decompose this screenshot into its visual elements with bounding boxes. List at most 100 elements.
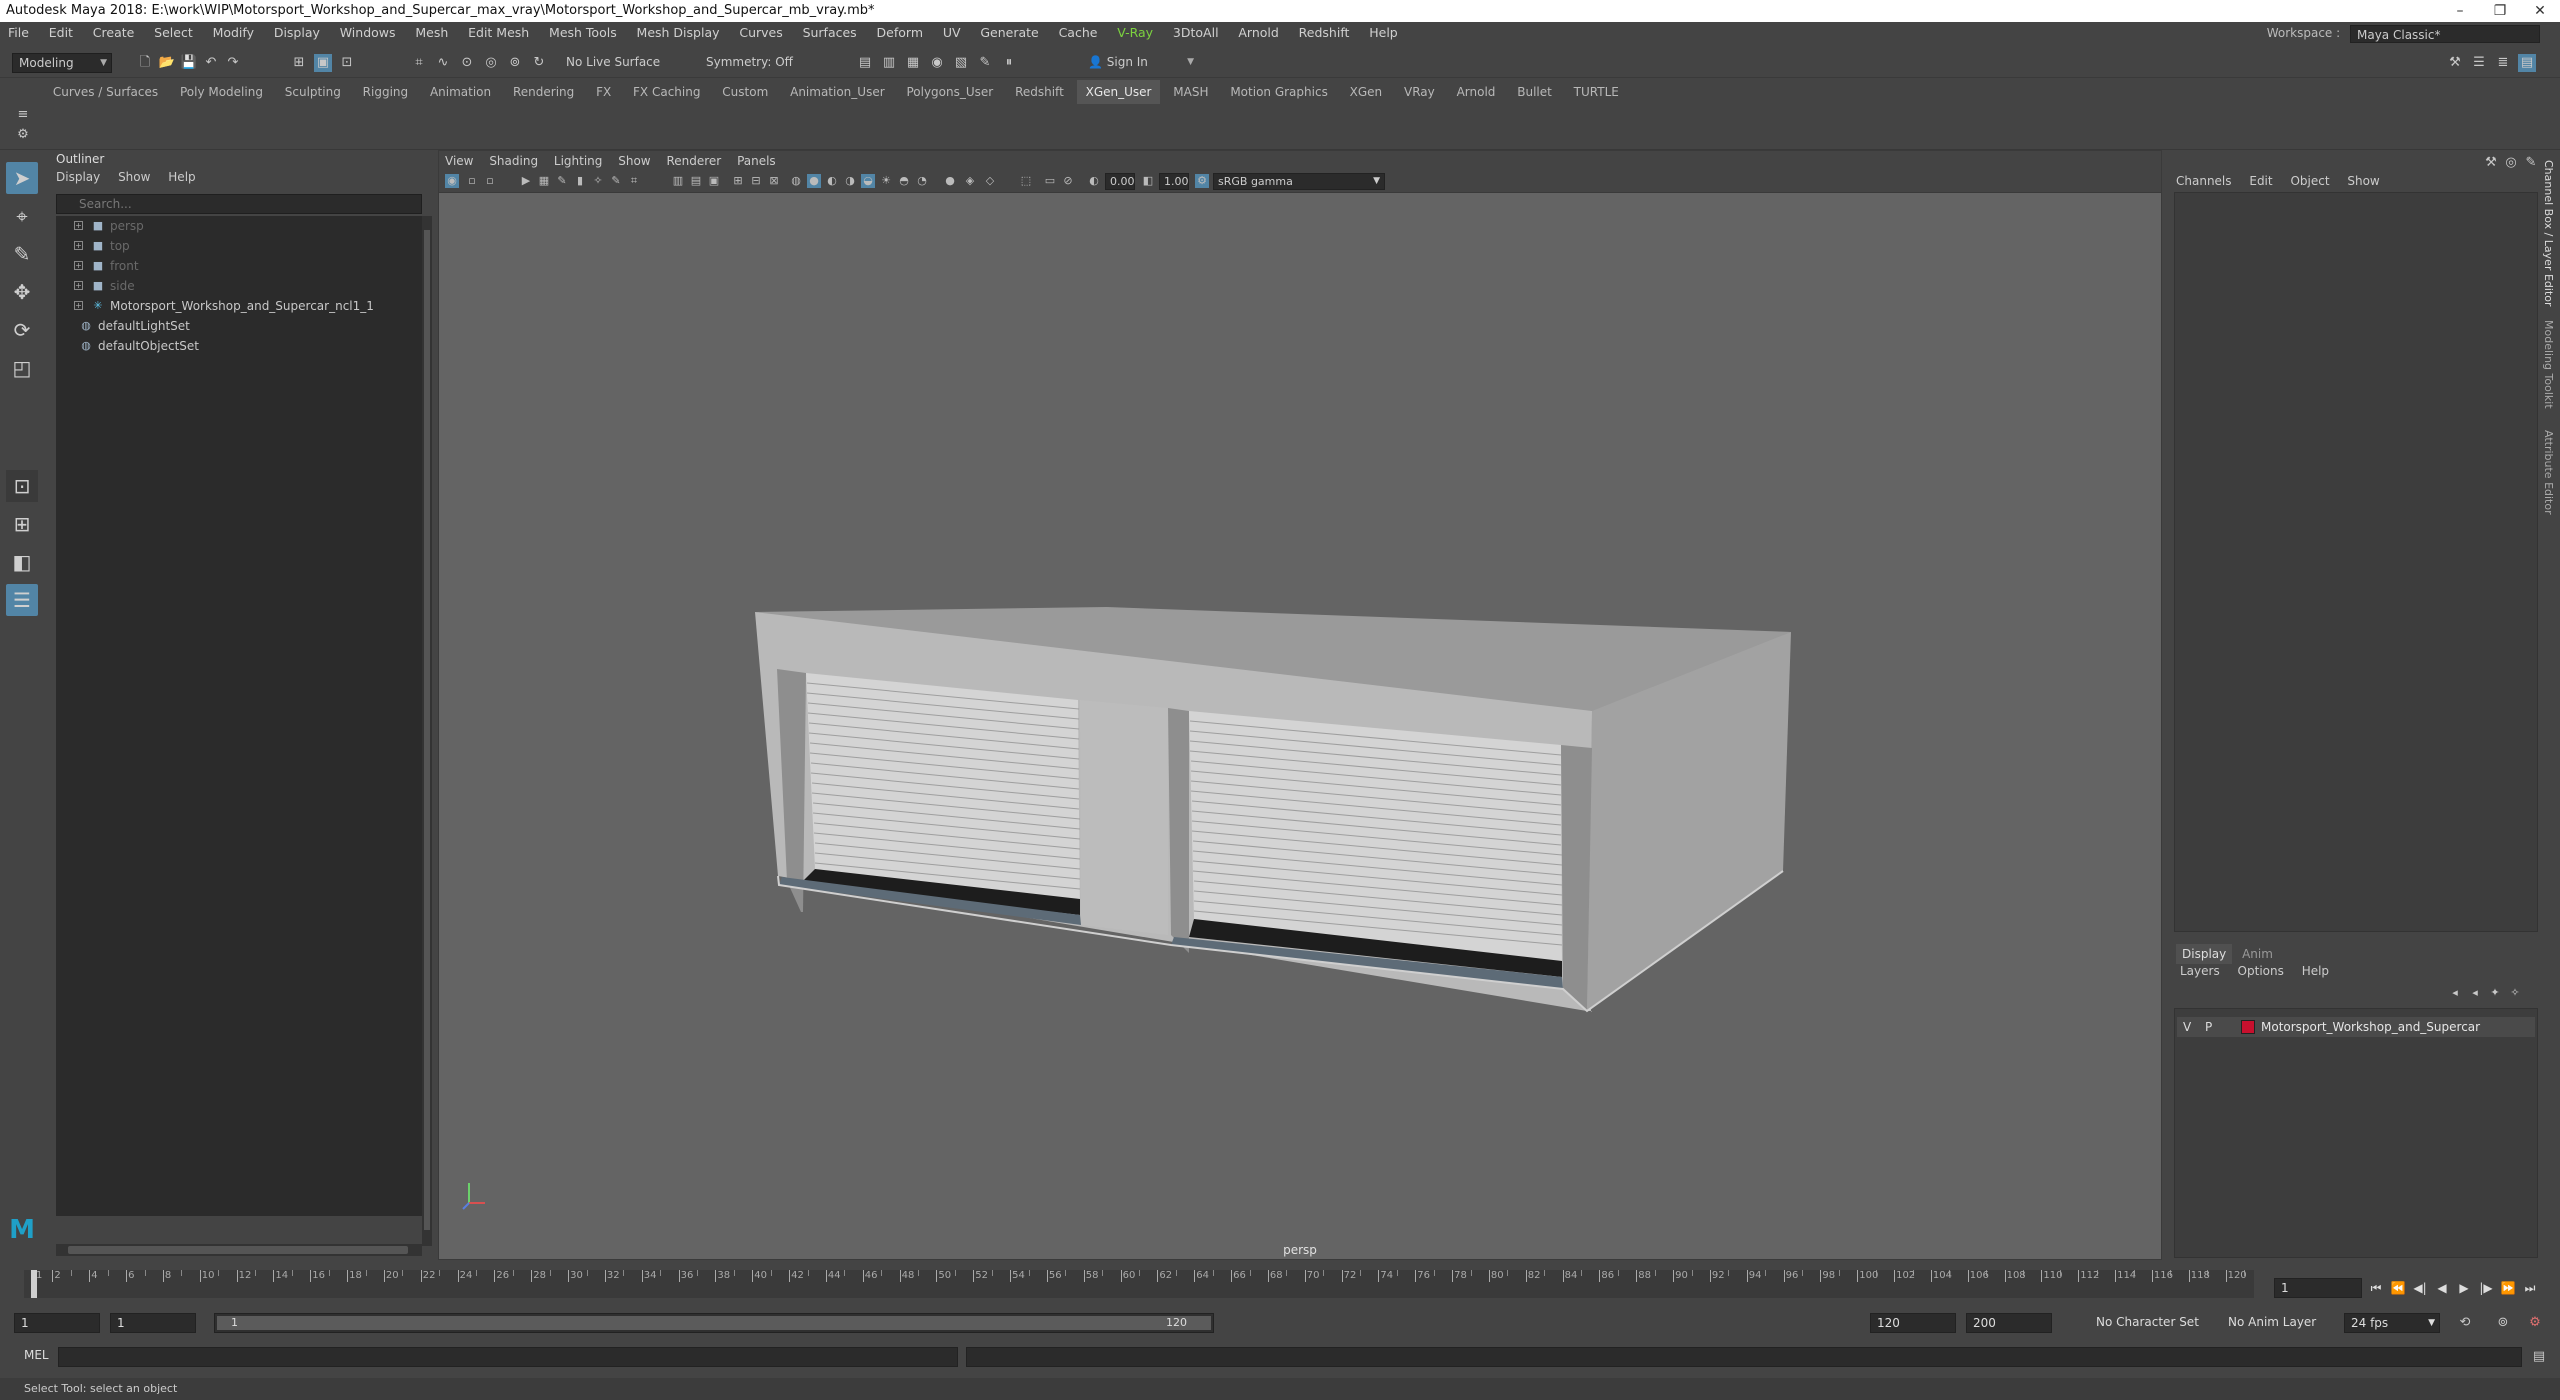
safe-action-icon[interactable]: ⊟ [749,174,763,188]
paint-select-tool-icon[interactable]: ✎ [6,238,38,270]
script-editor-icon[interactable]: ▤ [2530,1348,2548,1366]
channel-menu-channels[interactable]: Channels [2176,174,2232,188]
multisample-icon[interactable]: ⬚ [1019,174,1033,188]
rotate-tool-icon[interactable]: ⟳ [6,314,38,346]
shelf-tab-fx-caching[interactable]: FX Caching [624,80,709,104]
menu-surfaces[interactable]: Surfaces [795,22,865,44]
shelf-tab-animation[interactable]: Animation [421,80,500,104]
gamma-field[interactable]: 1.00 [1159,173,1189,190]
snap-view-plane-icon[interactable]: ◎ [482,54,500,72]
grid-icon[interactable]: ⌗ [627,174,641,188]
menu-modify[interactable]: Modify [205,22,262,44]
menu-select[interactable]: Select [146,22,201,44]
select-hierarchy-icon[interactable]: ⊞ [290,54,308,72]
safe-title-icon[interactable]: ⊠ [767,174,781,188]
side-tab-modeling-toolkit[interactable]: Modeling Toolkit [2542,320,2555,409]
outliner-menu-show[interactable]: Show [118,170,150,184]
playback-end-field[interactable]: 120 [1870,1313,1956,1333]
layer-tab-anim[interactable]: Anim [2236,944,2279,964]
shelf-tab-redshift[interactable]: Redshift [1006,80,1073,104]
default-material-icon[interactable]: ◐ [825,174,839,188]
layer-tab-display[interactable]: Display [2176,944,2233,964]
shelf-tab-rendering[interactable]: Rendering [504,80,583,104]
render-view-icon[interactable]: ▦ [904,54,922,72]
layer-visibility-toggle[interactable]: V [2183,1017,2191,1037]
2d-pan-zoom-icon[interactable]: ▦ [537,174,551,188]
shelf-menu-icon[interactable]: ≡ [14,106,32,124]
sign-in-button[interactable]: 👤 Sign In ▼ [1082,53,1198,73]
wireframe-icon[interactable]: ✎ [609,174,623,188]
range-slider[interactable]: 1 120 [214,1313,1214,1333]
motion-blur-icon[interactable]: ▭ [1043,174,1057,188]
screen-space-ao-icon[interactable]: ◔ [915,174,929,188]
xray-icon[interactable]: ◈ [963,174,977,188]
isolate-select-icon[interactable]: ● [943,174,957,188]
viewport-menu-shading[interactable]: Shading [483,151,544,171]
redo-icon[interactable]: ↷ [224,54,242,72]
render-settings-icon[interactable]: ▧ [952,54,970,72]
expand-icon[interactable]: + [74,301,83,310]
menu-set-dropdown[interactable]: Modeling ▼ [12,53,112,73]
create-layer-from-selected-icon[interactable]: ✧ [2506,984,2524,1002]
menu-windows[interactable]: Windows [332,22,404,44]
new-scene-icon[interactable]: 🗋 [136,54,154,72]
outliner-item-persp[interactable]: + ■ persp [56,216,422,236]
scrollbar-thumb[interactable] [424,230,430,1230]
shelf-tab-vray[interactable]: VRay [1395,80,1444,104]
shelf-tab-polygons-user[interactable]: Polygons_User [897,80,1002,104]
shelf-tab-mash[interactable]: MASH [1164,80,1217,104]
depth-of-field-icon[interactable]: ⊘ [1061,174,1075,188]
shelf-tab-fx[interactable]: FX [587,80,620,104]
shelf-tab-bullet[interactable]: Bullet [1508,80,1561,104]
view-transform-dropdown[interactable]: sRGB gamma ▼ [1213,173,1385,190]
side-tab-attribute-editor[interactable]: Attribute Editor [2542,430,2555,515]
layer-menu-layers[interactable]: Layers [2180,964,2220,978]
undo-icon[interactable]: ↶ [202,54,220,72]
shelf-tab-sculpting[interactable]: Sculpting [276,80,350,104]
menu-curves[interactable]: Curves [731,22,790,44]
render-sequence-icon[interactable]: ▥ [880,54,898,72]
save-scene-icon[interactable]: 💾 [180,54,198,72]
expand-icon[interactable]: + [74,241,83,250]
single-perspective-layout-icon[interactable]: ⊡ [6,470,38,502]
go-to-start-icon[interactable]: ⏮ [2366,1278,2386,1298]
menu-vray[interactable]: V-Ray [1109,22,1161,44]
menu-edit-mesh[interactable]: Edit Mesh [460,22,537,44]
shelf-tab-custom[interactable]: Custom [713,80,777,104]
outliner-item-motorsport-group[interactable]: + ✳ Motorsport_Workshop_and_Supercar_ncl1_… [56,296,422,316]
playback-preferences-icon[interactable]: ⚙ [2526,1314,2544,1332]
expand-icon[interactable]: + [74,221,83,230]
playback-start-field[interactable]: 1 [110,1313,196,1333]
scrollbar-thumb[interactable] [68,1246,408,1254]
outliner-item-default-object-set[interactable]: ◍ defaultObjectSet [56,336,422,356]
modeling-toolkit-icon[interactable]: ⚒ [2446,54,2464,72]
make-live-icon[interactable]: ⊚ [506,54,524,72]
step-forward-frame-icon[interactable]: |▶ [2476,1278,2496,1298]
shelf-tab-arnold[interactable]: Arnold [1448,80,1505,104]
channel-box-options-icon[interactable]: ⚒ [2482,154,2500,172]
color-management-icon[interactable]: ⚙ [1195,174,1209,188]
camera-attributes-icon[interactable]: ◉ [445,174,459,188]
menu-file[interactable]: File [0,22,37,44]
viewport-menu-lighting[interactable]: Lighting [548,151,609,171]
minimize-icon[interactable]: – [2440,0,2480,22]
render-frame-icon[interactable]: ▤ [856,54,874,72]
film-gate-icon[interactable]: ▥ [671,174,685,188]
ipr-render-icon[interactable]: ◉ [928,54,946,72]
shelf-tab-xgen[interactable]: XGen [1341,80,1392,104]
create-empty-layer-icon[interactable]: ✦ [2486,984,2504,1002]
menu-help[interactable]: Help [1361,22,1406,44]
anim-layer-dropdown[interactable]: No Anim Layer [2222,1313,2332,1333]
image-plane-icon[interactable]: ▶ [519,174,533,188]
open-scene-icon[interactable]: 📂 [158,54,176,72]
character-set-dropdown[interactable]: No Character Set [2090,1313,2214,1333]
outliner-menu-help[interactable]: Help [168,170,195,184]
scale-tool-icon[interactable]: ◰ [6,352,38,384]
viewport-scene[interactable] [439,193,2161,1253]
use-all-lights-icon[interactable]: ☀ [879,174,893,188]
menu-mesh-display[interactable]: Mesh Display [629,22,728,44]
menu-display[interactable]: Display [266,22,328,44]
outliner-item-front[interactable]: + ■ front [56,256,422,276]
menu-uv[interactable]: UV [935,22,969,44]
hypershade-icon[interactable]: ✎ [976,54,994,72]
